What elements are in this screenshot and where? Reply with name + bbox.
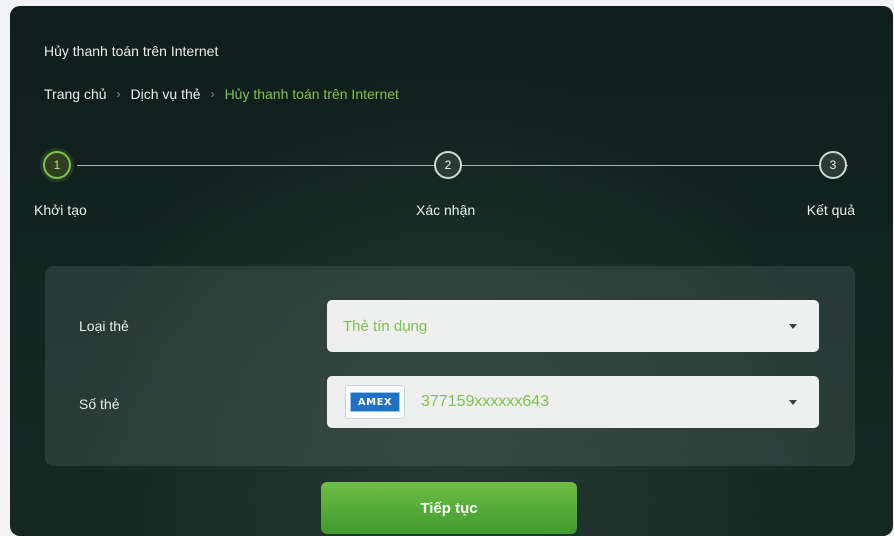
main-panel: Hủy thanh toán trên Internet Trang chủ ›… [10,6,893,536]
continue-button[interactable]: Tiếp tục [321,482,577,534]
card-type-value: Thẻ tín dụng [343,317,428,335]
stepper-line [77,165,848,166]
progress-stepper: 1 2 3 Khởi tạo Xác nhận Kết quả [10,144,893,224]
chevron-right-icon: › [116,87,121,101]
breadcrumb: Trang chủ › Dịch vụ thẻ › Hủy thanh toán… [44,86,399,102]
step-2-label: Xác nhận [416,202,476,218]
breadcrumb-card-services[interactable]: Dịch vụ thẻ [131,86,201,102]
page-title: Hủy thanh toán trên Internet [44,43,219,59]
breadcrumb-current: Hủy thanh toán trên Internet [224,86,399,102]
card-number-value: 377159xxxxxx643 [421,393,550,410]
card-number-label: Số thẻ [79,396,120,412]
step-3-label: Kết quả [806,202,855,218]
card-type-label: Loại thẻ [79,318,129,334]
caret-down-icon [789,400,797,405]
step-3-indicator: 3 [819,151,847,179]
card-type-select[interactable]: Thẻ tín dụng [327,300,819,352]
chevron-right-icon: › [210,87,215,101]
amex-logo: AMEX [350,392,400,412]
breadcrumb-home[interactable]: Trang chủ [44,86,107,102]
form-card: Loại thẻ Thẻ tín dụng Số thẻ AMEX 377159… [45,266,855,466]
step-1-label: Khởi tạo [34,202,87,218]
step-2-indicator: 2 [434,151,462,179]
step-1-indicator: 1 [43,151,71,179]
amex-card-icon: AMEX [345,385,405,419]
card-number-select[interactable]: AMEX 377159xxxxxx643 [327,376,819,428]
caret-down-icon [789,324,797,329]
